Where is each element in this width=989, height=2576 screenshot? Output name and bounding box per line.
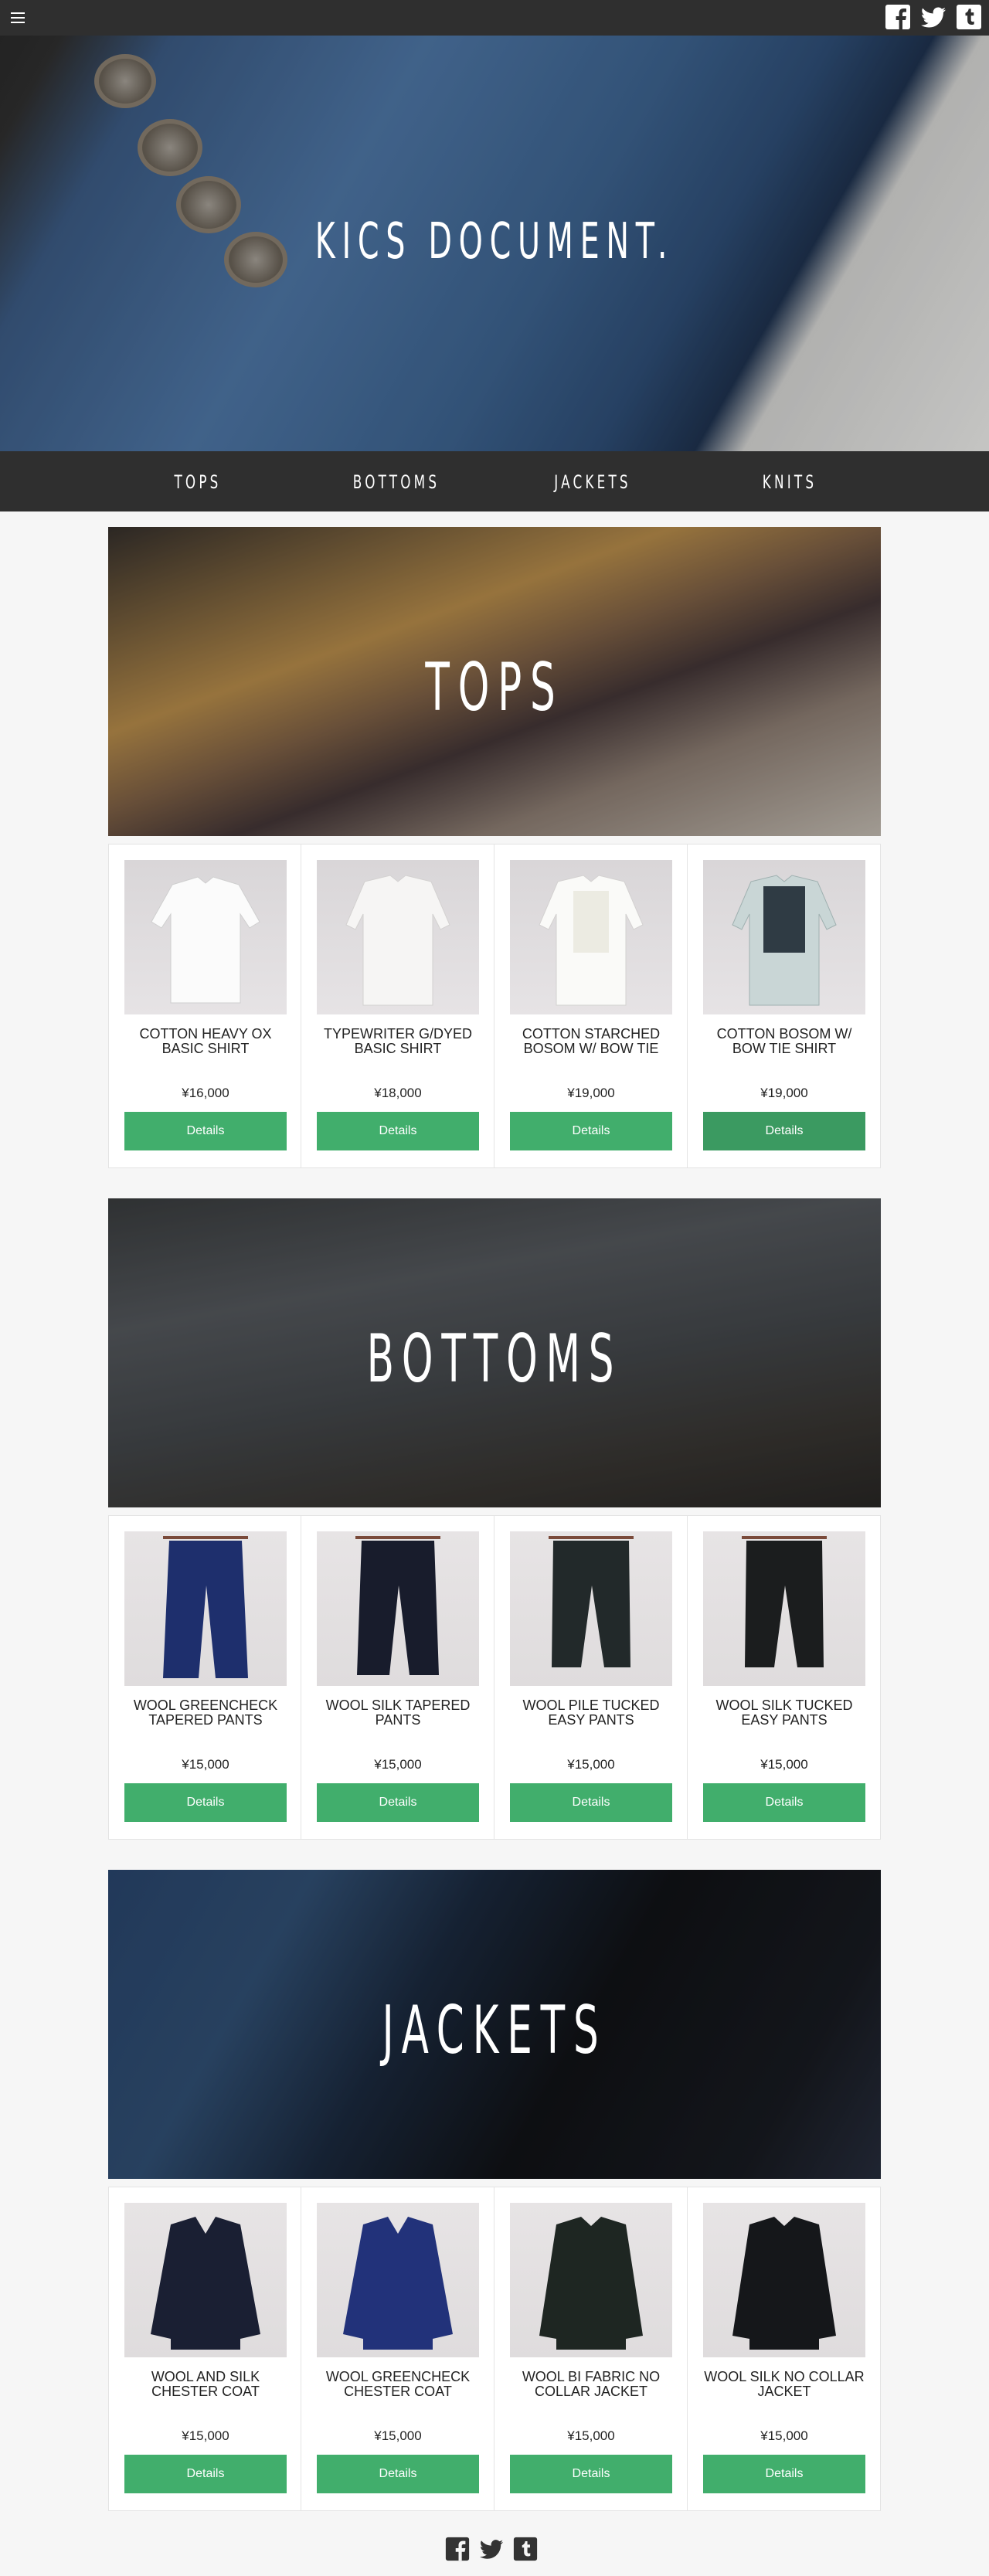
- twitter-icon[interactable]: [919, 3, 947, 31]
- details-button[interactable]: Details: [124, 2455, 287, 2493]
- facebook-icon[interactable]: [884, 3, 912, 31]
- tumblr-icon[interactable]: [512, 2536, 539, 2562]
- product-name[interactable]: WOOL GREENCHECK TAPERED PANTS: [120, 1698, 291, 1728]
- product-image[interactable]: [317, 860, 479, 1014]
- product-price: ¥16,000: [182, 1086, 229, 1100]
- product-card: COTTON STARCHED BOSOM W/ BOW TIE ¥19,000…: [494, 844, 688, 1168]
- facebook-icon[interactable]: [444, 2536, 471, 2562]
- product-image[interactable]: [510, 860, 672, 1014]
- product-card: WOOL GREENCHECK CHESTER COAT ¥15,000 Det…: [301, 2187, 494, 2511]
- product-grid-bottoms: WOOL GREENCHECK TAPERED PANTS ¥15,000 De…: [108, 1515, 881, 1840]
- details-button[interactable]: Details: [317, 2455, 479, 2493]
- product-price: ¥15,000: [760, 2428, 808, 2443]
- details-button[interactable]: Details: [317, 1112, 479, 1150]
- product-card: TYPEWRITER G/DYED BASIC SHIRT ¥18,000 De…: [301, 844, 494, 1168]
- product-name[interactable]: COTTON HEAVY OX BASIC SHIRT: [120, 1027, 291, 1056]
- product-price: ¥15,000: [182, 1757, 229, 1772]
- social-links-footer: [444, 2536, 539, 2562]
- product-image[interactable]: [124, 860, 287, 1014]
- details-button[interactable]: Details: [124, 1112, 287, 1150]
- product-name[interactable]: WOOL SILK TUCKED EASY PANTS: [698, 1698, 870, 1728]
- site-title: KICS DOCUMENT.: [314, 213, 675, 270]
- details-button[interactable]: Details: [510, 2455, 672, 2493]
- product-name[interactable]: WOOL BI FABRIC NO COLLAR JACKET: [505, 2370, 677, 2399]
- product-card: COTTON HEAVY OX BASIC SHIRT ¥16,000 Deta…: [108, 844, 301, 1168]
- product-name[interactable]: COTTON BOSOM W/ BOW TIE SHIRT: [698, 1027, 870, 1056]
- twitter-icon[interactable]: [478, 2536, 505, 2562]
- product-image[interactable]: [317, 2203, 479, 2357]
- details-button[interactable]: Details: [703, 2455, 865, 2493]
- section-title: TOPS: [425, 649, 564, 726]
- product-price: ¥19,000: [760, 1086, 808, 1100]
- product-price: ¥15,000: [182, 2428, 229, 2443]
- tumblr-icon[interactable]: [955, 3, 983, 31]
- product-price: ¥15,000: [374, 2428, 422, 2443]
- product-card: WOOL SILK NO COLLAR JACKET ¥15,000 Detai…: [688, 2187, 881, 2511]
- product-image[interactable]: [703, 1531, 865, 1686]
- product-image[interactable]: [124, 2203, 287, 2357]
- product-name[interactable]: WOOL PILE TUCKED EASY PANTS: [505, 1698, 677, 1728]
- product-image[interactable]: [317, 1531, 479, 1686]
- details-button[interactable]: Details: [317, 1783, 479, 1822]
- product-name[interactable]: WOOL SILK NO COLLAR JACKET: [698, 2370, 870, 2399]
- details-button[interactable]: Details: [703, 1112, 865, 1150]
- details-button[interactable]: Details: [124, 1783, 287, 1822]
- product-price: ¥15,000: [760, 1757, 808, 1772]
- product-name[interactable]: WOOL AND SILK CHESTER COAT: [120, 2370, 291, 2399]
- section-banner-bottoms: BOTTOMS: [108, 1198, 881, 1507]
- product-image[interactable]: [124, 1531, 287, 1686]
- section-title: BOTTOMS: [366, 1320, 623, 1398]
- details-button[interactable]: Details: [510, 1112, 672, 1150]
- product-grid-jackets: WOOL AND SILK CHESTER COAT ¥15,000 Detai…: [108, 2187, 881, 2511]
- product-card: WOOL GREENCHECK TAPERED PANTS ¥15,000 De…: [108, 1515, 301, 1840]
- top-bar: [0, 0, 989, 36]
- section-title: JACKETS: [382, 1992, 607, 2069]
- product-name[interactable]: TYPEWRITER G/DYED BASIC SHIRT: [312, 1027, 484, 1056]
- product-card: COTTON BOSOM W/ BOW TIE SHIRT ¥19,000 De…: [688, 844, 881, 1168]
- product-card: WOOL PILE TUCKED EASY PANTS ¥15,000 Deta…: [494, 1515, 688, 1840]
- section-banner-tops: TOPS: [108, 527, 881, 836]
- product-price: ¥15,000: [374, 1757, 422, 1772]
- product-card: WOOL SILK TAPERED PANTS ¥15,000 Details: [301, 1515, 494, 1840]
- social-links-top: [884, 3, 983, 31]
- product-name[interactable]: WOOL SILK TAPERED PANTS: [312, 1698, 484, 1728]
- product-price: ¥15,000: [567, 2428, 615, 2443]
- main-nav: TOPS BOTTOMS JACKETS KNITS: [0, 451, 989, 511]
- product-image[interactable]: [510, 2203, 672, 2357]
- product-card: WOOL AND SILK CHESTER COAT ¥15,000 Detai…: [108, 2187, 301, 2511]
- nav-item-bottoms[interactable]: BOTTOMS: [342, 471, 450, 493]
- product-name[interactable]: COTTON STARCHED BOSOM W/ BOW TIE: [505, 1027, 677, 1056]
- product-image[interactable]: [510, 1531, 672, 1686]
- nav-item-tops[interactable]: TOPS: [144, 471, 252, 493]
- hamburger-icon[interactable]: [6, 6, 29, 29]
- product-grid-tops: COTTON HEAVY OX BASIC SHIRT ¥16,000 Deta…: [108, 844, 881, 1168]
- product-price: ¥18,000: [374, 1086, 422, 1100]
- details-button[interactable]: Details: [510, 1783, 672, 1822]
- nav-item-knits[interactable]: KNITS: [736, 471, 844, 493]
- details-button[interactable]: Details: [703, 1783, 865, 1822]
- product-name[interactable]: WOOL GREENCHECK CHESTER COAT: [312, 2370, 484, 2399]
- section-banner-jackets: JACKETS: [108, 1870, 881, 2179]
- hero-banner: KICS DOCUMENT.: [0, 36, 989, 451]
- product-card: WOOL SILK TUCKED EASY PANTS ¥15,000 Deta…: [688, 1515, 881, 1840]
- product-price: ¥15,000: [567, 1757, 615, 1772]
- product-card: WOOL BI FABRIC NO COLLAR JACKET ¥15,000 …: [494, 2187, 688, 2511]
- product-image[interactable]: [703, 2203, 865, 2357]
- nav-item-jackets[interactable]: JACKETS: [539, 471, 647, 493]
- product-price: ¥19,000: [567, 1086, 615, 1100]
- product-image[interactable]: [703, 860, 865, 1014]
